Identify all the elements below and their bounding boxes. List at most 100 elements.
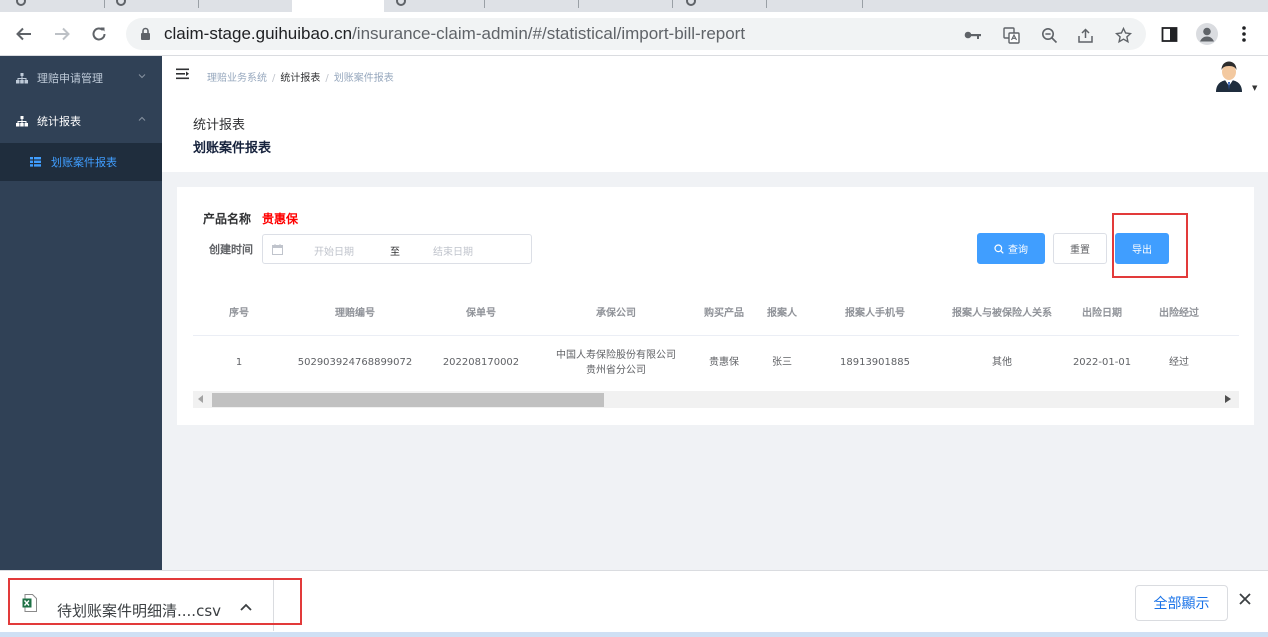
- sidebar-item-claim-management[interactable]: 理赔申请管理: [0, 56, 162, 100]
- side-panel-icon: [1161, 26, 1177, 42]
- column-header: 出险经过: [1159, 308, 1199, 320]
- start-date-input[interactable]: 开始日期: [314, 243, 354, 258]
- sidebar-item-label: 统计报表: [37, 115, 81, 128]
- forward-button[interactable]: [50, 22, 74, 46]
- back-button[interactable]: [12, 22, 36, 46]
- tab-favicon: [396, 0, 406, 6]
- close-icon[interactable]: [1239, 593, 1251, 605]
- top-navbar: 理赔业务系统 / 统计报表 / 划账案件报表 ▼: [162, 56, 1268, 96]
- column-header: 报案人: [767, 308, 797, 320]
- search-icon: [994, 243, 1004, 254]
- reload-button[interactable]: [87, 22, 111, 46]
- tab-separator: [484, 0, 485, 8]
- range-separator: 至: [390, 247, 400, 258]
- org-tree-icon: [16, 115, 28, 127]
- browser-tab-strip: [0, 0, 1268, 12]
- tab-separator: [766, 0, 767, 8]
- back-arrow-icon: [16, 27, 31, 41]
- hamburger-menu-icon[interactable]: [176, 68, 190, 80]
- table-row[interactable]: 1 502903924768899072 202208170002 中国人寿保险…: [193, 337, 1239, 389]
- table-grid-icon: [30, 157, 41, 167]
- breadcrumb-item-reports[interactable]: 统计报表: [280, 73, 320, 84]
- column-header: 理赔编号: [335, 308, 375, 320]
- tab-separator: [104, 0, 105, 8]
- column-header: 报案人手机号: [845, 308, 905, 320]
- cell-reporter: 张三: [772, 357, 792, 369]
- table-horizontal-scrollbar[interactable]: [193, 391, 1239, 408]
- reset-button[interactable]: 重置: [1053, 233, 1107, 264]
- tab-separator: [198, 0, 199, 8]
- insurer-name-line1: 中国人寿保险股份有限公司: [556, 349, 676, 361]
- sidebar-item-label: 理赔申请管理: [37, 72, 103, 85]
- translate-icon[interactable]: [1002, 26, 1020, 44]
- download-highlight-box: [8, 578, 302, 625]
- chevron-up-icon: [138, 116, 146, 121]
- report-card: 产品名称 贵惠保 创建时间 开始日期 至 结束日期 查询 重置 导出 序号 理赔…: [177, 187, 1254, 425]
- page-subtitle: 划账案件报表: [193, 141, 272, 156]
- browser-menu-button[interactable]: [1232, 22, 1256, 46]
- avatar-dropdown-caret-icon[interactable]: ▼: [1252, 84, 1257, 92]
- create-time-label: 创建时间: [209, 243, 253, 256]
- tab-favicon: [116, 0, 126, 6]
- page-title: 统计报表: [193, 118, 246, 133]
- create-time-date-range-picker[interactable]: 开始日期 至 结束日期: [262, 234, 532, 264]
- active-tab[interactable]: [292, 0, 384, 12]
- browser-toolbar: claim-stage.guihuibao.cn/insurance-claim…: [0, 12, 1268, 56]
- export-highlight-box: [1112, 213, 1188, 278]
- key-icon[interactable]: [964, 26, 982, 44]
- tab-separator: [578, 0, 579, 8]
- bookmark-star-icon[interactable]: [1114, 26, 1132, 44]
- column-header: 购买产品: [704, 308, 744, 320]
- org-tree-icon: [16, 72, 28, 84]
- breadcrumb-separator: /: [272, 73, 276, 84]
- profile-button[interactable]: [1195, 22, 1219, 46]
- sidebar-subitem-label: 划账案件报表: [51, 156, 117, 169]
- breadcrumb: 理赔业务系统 / 统计报表 / 划账案件报表: [207, 69, 394, 84]
- calendar-icon: [272, 244, 283, 255]
- bottom-edge-strip: [0, 632, 1268, 637]
- chevron-down-icon: [138, 74, 146, 79]
- address-bar[interactable]: claim-stage.guihuibao.cn/insurance-claim…: [126, 18, 1146, 50]
- zoom-out-icon[interactable]: [1040, 26, 1058, 44]
- side-panel-button[interactable]: [1157, 22, 1181, 46]
- search-button[interactable]: 查询: [977, 233, 1045, 264]
- breadcrumb-item-system[interactable]: 理赔业务系统: [207, 73, 267, 84]
- kebab-menu-icon: [1242, 26, 1246, 42]
- url-text[interactable]: claim-stage.guihuibao.cn/insurance-claim…: [164, 24, 745, 44]
- breadcrumb-item-bill-report: 划账案件报表: [333, 73, 394, 84]
- table-header: 序号 理赔编号 保单号 承保公司 购买产品 报案人 报案人手机号 报案人与被保险…: [193, 293, 1239, 336]
- product-name-label: 产品名称: [203, 212, 252, 226]
- column-header: 承保公司: [596, 308, 636, 320]
- cell-index: 1: [235, 357, 243, 369]
- reset-button-label: 重置: [1070, 245, 1090, 256]
- forward-arrow-icon: [55, 27, 70, 41]
- lock-icon: [141, 27, 150, 40]
- cell-claim-no: 502903924768899072: [297, 357, 413, 369]
- column-header: 序号: [229, 308, 249, 320]
- user-avatar[interactable]: [1214, 60, 1244, 92]
- scroll-left-arrow-icon[interactable]: [198, 395, 204, 403]
- cell-product: 贵惠保: [709, 357, 739, 369]
- column-header: 出险日期: [1082, 308, 1122, 320]
- scroll-right-arrow-icon[interactable]: [1225, 395, 1231, 403]
- sidebar-subitem-bill-report[interactable]: 划账案件报表: [0, 143, 162, 181]
- url-path: /insurance-claim-admin/#/statistical/imp…: [352, 24, 746, 43]
- reload-icon: [92, 27, 106, 41]
- show-all-downloads-button[interactable]: 全部顯示: [1135, 585, 1228, 621]
- search-button-label: 查询: [1008, 245, 1028, 256]
- insurer-name-line2: 贵州省分公司: [586, 365, 646, 376]
- page-header: 统计报表 划账案件报表: [162, 96, 1268, 172]
- tab-separator: [672, 0, 673, 8]
- sidebar-item-statistical-reports[interactable]: 统计报表: [0, 99, 162, 143]
- cell-date: 2022-01-01: [1072, 357, 1132, 369]
- end-date-input[interactable]: 结束日期: [433, 243, 473, 258]
- cell-phone: 18913901885: [840, 357, 910, 369]
- column-header: 保单号: [466, 308, 496, 320]
- scrollbar-thumb[interactable]: [212, 393, 604, 407]
- profile-icon: [1196, 23, 1218, 45]
- share-icon[interactable]: [1076, 26, 1094, 44]
- cell-insurer: 中国人寿保险股份有限公司 贵州省分公司: [537, 337, 695, 389]
- cell-policy-no: 202208170002: [442, 357, 520, 369]
- url-domain: claim-stage.guihuibao.cn: [164, 24, 353, 43]
- cell-process: 经过: [1169, 357, 1189, 369]
